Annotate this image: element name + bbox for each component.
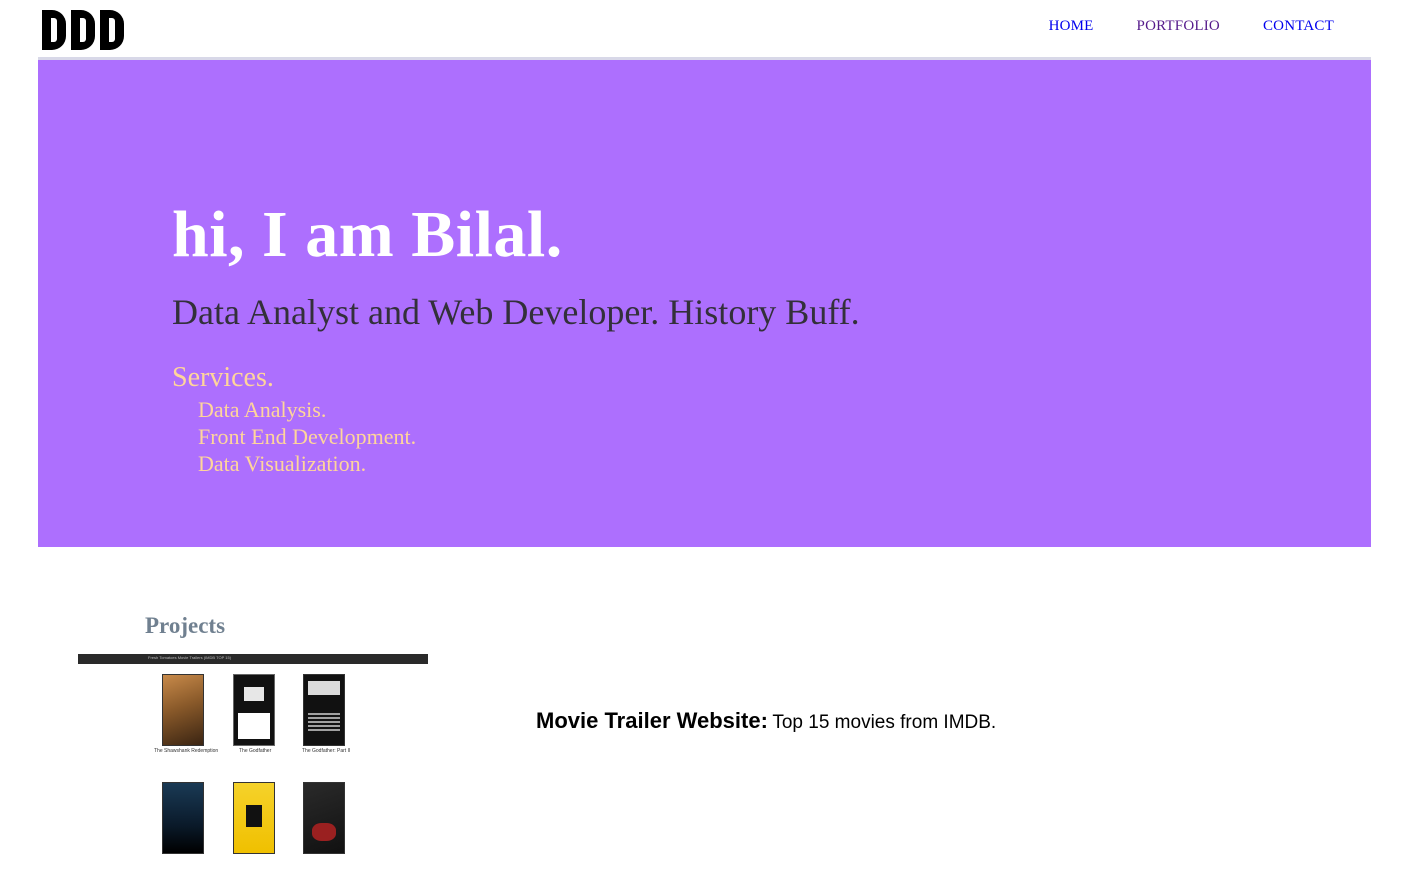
site-logo[interactable] bbox=[42, 10, 124, 54]
services-heading: Services. bbox=[172, 362, 274, 393]
poster-caption: The Shawshank Redemption bbox=[154, 748, 219, 754]
service-item: Data Analysis. bbox=[198, 397, 327, 422]
project-name: Movie Trailer Website: bbox=[536, 708, 768, 733]
project-description: Movie Trailer Website: Top 15 movies fro… bbox=[536, 708, 996, 734]
service-item: Data Visualization. bbox=[198, 451, 367, 476]
services-list: Data Analysis. Front End Development. Da… bbox=[198, 396, 416, 477]
screenshot-header-bar bbox=[78, 654, 428, 664]
project-summary: Top 15 movies from IMDB. bbox=[772, 712, 997, 733]
main-nav: HOME PORTFOLIO CONTACT bbox=[1049, 18, 1334, 35]
movie-poster bbox=[303, 674, 345, 746]
hero-tagline: Data Analyst and Web Developer. History … bbox=[172, 292, 860, 332]
logo-letter-d bbox=[42, 10, 66, 50]
movie-poster bbox=[233, 674, 275, 746]
project-screenshot[interactable]: Fresh Tomatoes Movie Trailers (IMDB TOP … bbox=[78, 654, 428, 875]
movie-poster bbox=[303, 782, 345, 854]
movie-poster bbox=[233, 782, 275, 854]
nav-contact-link[interactable]: CONTACT bbox=[1263, 18, 1334, 35]
projects-heading: Projects bbox=[145, 613, 226, 638]
nav-home-link[interactable]: HOME bbox=[1049, 18, 1094, 35]
logo-letter-d bbox=[71, 10, 95, 50]
movie-poster bbox=[162, 782, 204, 854]
movie-poster bbox=[162, 674, 204, 746]
nav-portfolio-link[interactable]: PORTFOLIO bbox=[1137, 18, 1220, 35]
hero-title: hi, I am Bilal. bbox=[172, 198, 563, 271]
logo-letter-d bbox=[100, 10, 124, 50]
screenshot-header-title: Fresh Tomatoes Movie Trailers (IMDB TOP … bbox=[148, 655, 232, 660]
service-item: Front End Development. bbox=[198, 424, 417, 449]
hero-section: hi, I am Bilal. Data Analyst and Web Dev… bbox=[38, 60, 1371, 547]
poster-caption: The Godfather bbox=[239, 748, 272, 754]
poster-caption: The Godfather: Part II bbox=[302, 748, 351, 754]
